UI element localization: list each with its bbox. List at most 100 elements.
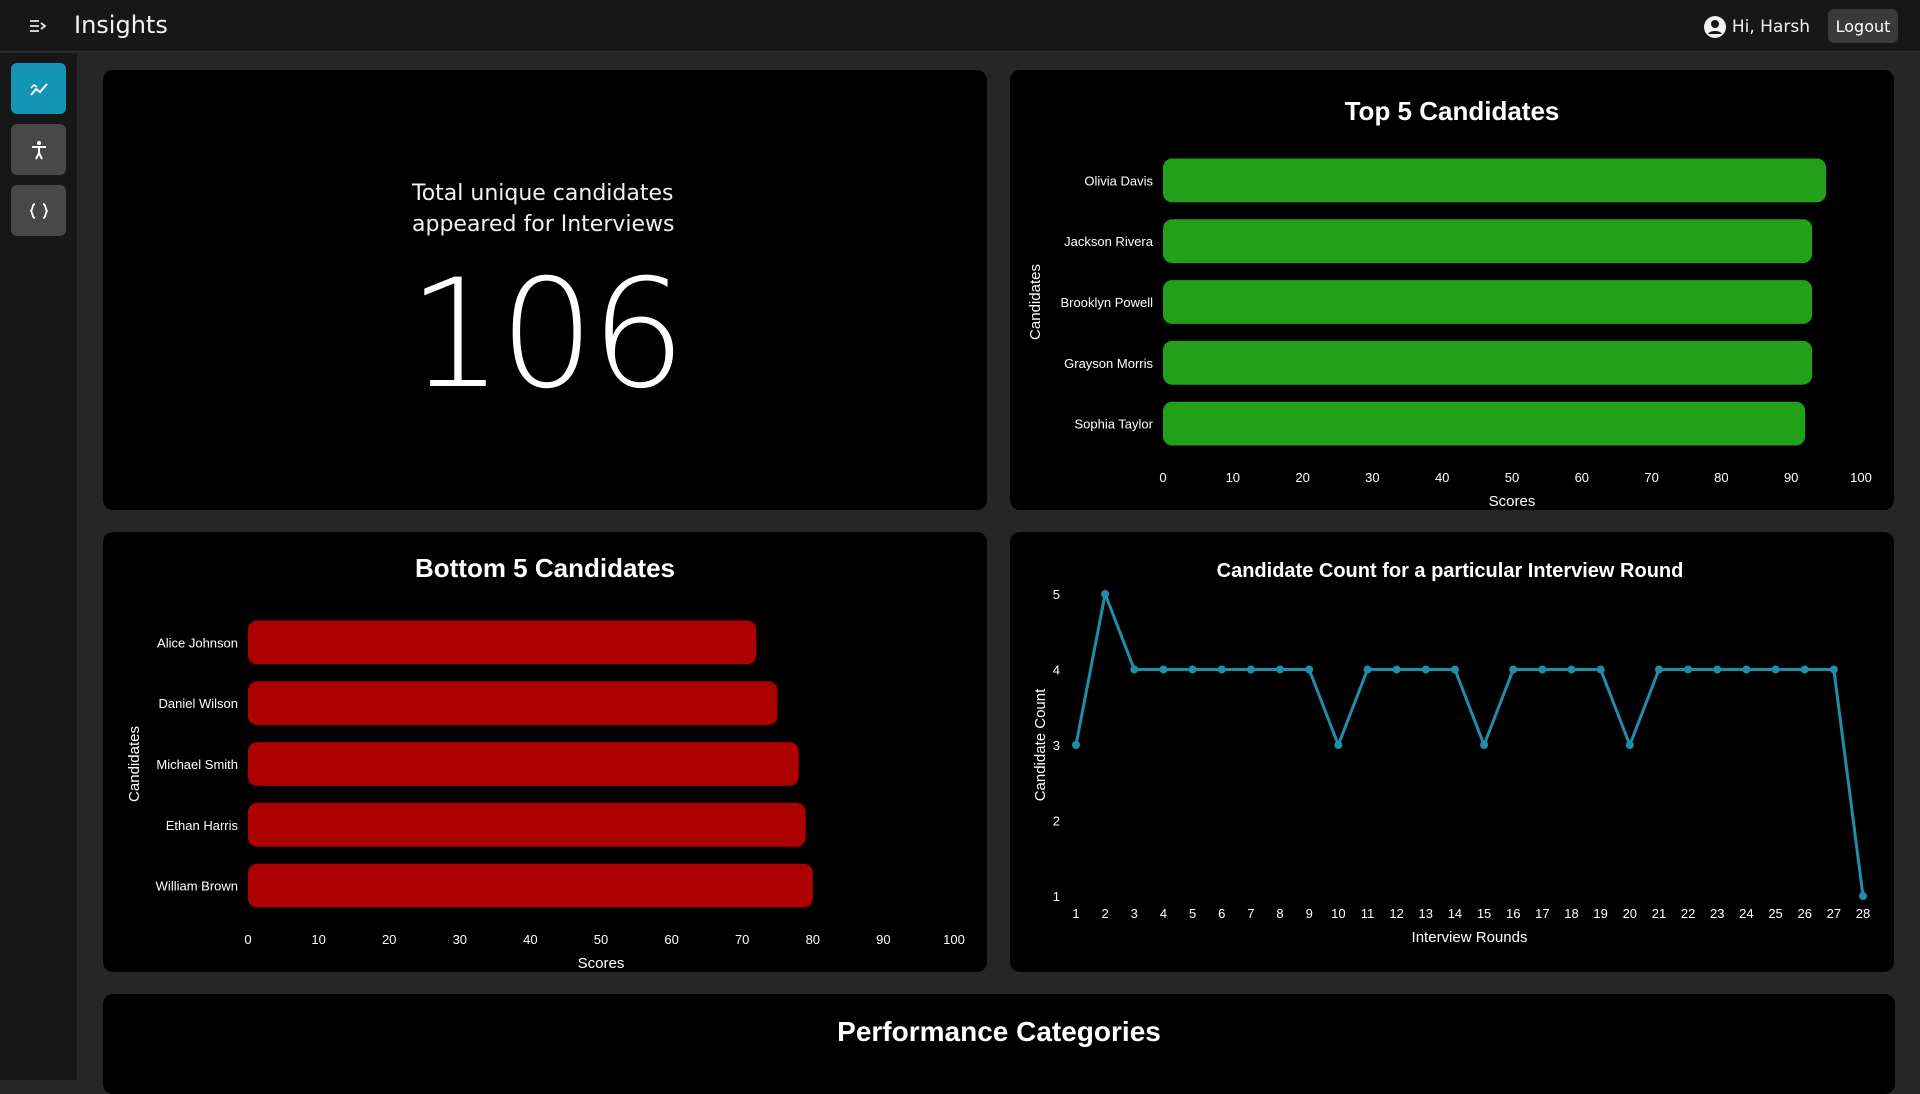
x-tick-label: 10 — [311, 932, 325, 947]
data-point — [1538, 665, 1547, 674]
x-tick-label: 15 — [1477, 906, 1491, 921]
x-tick-label: 27 — [1827, 906, 1841, 921]
logout-button[interactable]: Logout — [1828, 9, 1898, 43]
data-point — [1130, 665, 1139, 674]
data-point — [1188, 665, 1197, 674]
data-point — [1392, 665, 1401, 674]
category-label: Daniel Wilson — [159, 696, 238, 711]
data-point — [1159, 665, 1168, 674]
data-point — [1450, 665, 1459, 674]
data-point — [1654, 665, 1663, 674]
x-tick-label: 90 — [876, 932, 890, 947]
x-tick-label: 50 — [594, 932, 608, 947]
x-tick-label: 5 — [1189, 906, 1196, 921]
total-candidates-card: Total unique candidates appeared for Int… — [103, 70, 987, 510]
x-tick-label: 25 — [1768, 906, 1782, 921]
x-tick-label: 90 — [1784, 470, 1798, 485]
data-point — [1829, 665, 1838, 674]
sidebar-item-accessibility[interactable] — [11, 124, 66, 175]
x-tick-label: 14 — [1448, 906, 1462, 921]
x-tick-label: 23 — [1710, 906, 1724, 921]
menu-toggle-icon[interactable] — [26, 15, 50, 37]
x-tick-label: 12 — [1389, 906, 1403, 921]
user-avatar-icon — [1703, 16, 1726, 38]
x-axis-label: Scores — [1489, 493, 1536, 510]
performance-categories-card: Performance Categories — [103, 994, 1895, 1094]
chart-title: Candidate Count for a particular Intervi… — [1217, 560, 1684, 582]
x-tick-label: 4 — [1160, 906, 1167, 921]
category-label: Ethan Harris — [166, 818, 239, 833]
chart-title: Bottom 5 Candidates — [415, 553, 675, 583]
data-point — [1596, 665, 1605, 674]
bar — [248, 802, 806, 847]
data-point — [1625, 741, 1634, 749]
x-tick-label: 28 — [1856, 906, 1870, 921]
x-tick-label: 60 — [1575, 470, 1589, 485]
x-tick-label: 6 — [1218, 906, 1225, 921]
y-axis-label: Candidates — [1027, 264, 1044, 340]
x-tick-label: 21 — [1652, 906, 1666, 921]
bar — [1163, 401, 1806, 446]
x-tick-label: 22 — [1681, 906, 1695, 921]
x-tick-label: 13 — [1419, 906, 1433, 921]
data-point — [1742, 665, 1751, 674]
x-tick-label: 11 — [1361, 906, 1375, 921]
insights-chart-icon — [29, 82, 48, 96]
bar — [1163, 340, 1813, 385]
data-point — [1480, 741, 1489, 749]
y-tick-label: 3 — [1053, 738, 1060, 753]
x-tick-label: 24 — [1739, 906, 1753, 921]
data-point — [1101, 590, 1110, 598]
braces-icon — [29, 202, 48, 219]
category-label: William Brown — [156, 879, 238, 894]
y-tick-label: 5 — [1053, 587, 1060, 602]
x-tick-label: 80 — [806, 932, 820, 947]
y-tick-label: 4 — [1053, 663, 1060, 678]
data-point — [1217, 665, 1226, 674]
x-tick-label: 18 — [1564, 906, 1578, 921]
x-tick-label: 0 — [1159, 470, 1166, 485]
x-tick-label: 60 — [664, 932, 678, 947]
x-tick-label: 26 — [1797, 906, 1811, 921]
data-point — [1567, 665, 1576, 674]
bottom-candidates-card: Bottom 5 Candidates Alice Johnson Daniel W… — [103, 532, 987, 972]
data-point — [1305, 665, 1314, 674]
x-tick-label: 20 — [1623, 906, 1637, 921]
x-tick-label: 10 — [1226, 470, 1240, 485]
data-point — [1334, 741, 1343, 749]
data-point — [1246, 665, 1255, 674]
accessibility-icon — [31, 140, 46, 159]
category-label: Michael Smith — [156, 757, 238, 772]
x-tick-label: 8 — [1276, 906, 1283, 921]
data-point — [1363, 665, 1372, 674]
top-candidates-chart: Top 5 Candidates Olivia Davis Jackson Rive… — [1027, 96, 1872, 510]
x-tick-label: 50 — [1505, 470, 1519, 485]
x-tick-label: 40 — [523, 932, 537, 947]
y-axis-label: Candidate Count — [1032, 688, 1049, 801]
x-tick-label: 20 — [1295, 470, 1309, 485]
data-point — [1509, 665, 1518, 674]
data-point — [1684, 665, 1693, 674]
performance-categories-title: Performance Categories — [837, 1016, 1161, 1047]
x-axis-label: Interview Rounds — [1412, 929, 1528, 946]
sidebar-item-insights[interactable] — [11, 63, 66, 114]
x-tick-label: 40 — [1435, 470, 1449, 485]
x-tick-label: 30 — [1365, 470, 1379, 485]
category-label: Jackson Rivera — [1064, 234, 1154, 249]
bar — [1163, 219, 1813, 264]
data-point — [1800, 665, 1809, 674]
x-tick-label: 19 — [1593, 906, 1607, 921]
chart-title: Top 5 Candidates — [1345, 96, 1560, 126]
bar — [248, 742, 799, 786]
bar — [248, 863, 813, 908]
category-label: Alice Johnson — [157, 635, 238, 650]
x-tick-label: 3 — [1131, 906, 1138, 921]
x-tick-label: 17 — [1535, 906, 1549, 921]
sidebar — [0, 53, 77, 1080]
user-menu[interactable]: Hi, Harsh — [1703, 15, 1810, 39]
data-point — [1771, 665, 1780, 674]
data-point — [1276, 665, 1285, 674]
total-candidates-label: Total unique candidates appeared for Int… — [412, 181, 675, 237]
bar — [248, 681, 778, 726]
sidebar-item-code[interactable] — [11, 185, 66, 236]
